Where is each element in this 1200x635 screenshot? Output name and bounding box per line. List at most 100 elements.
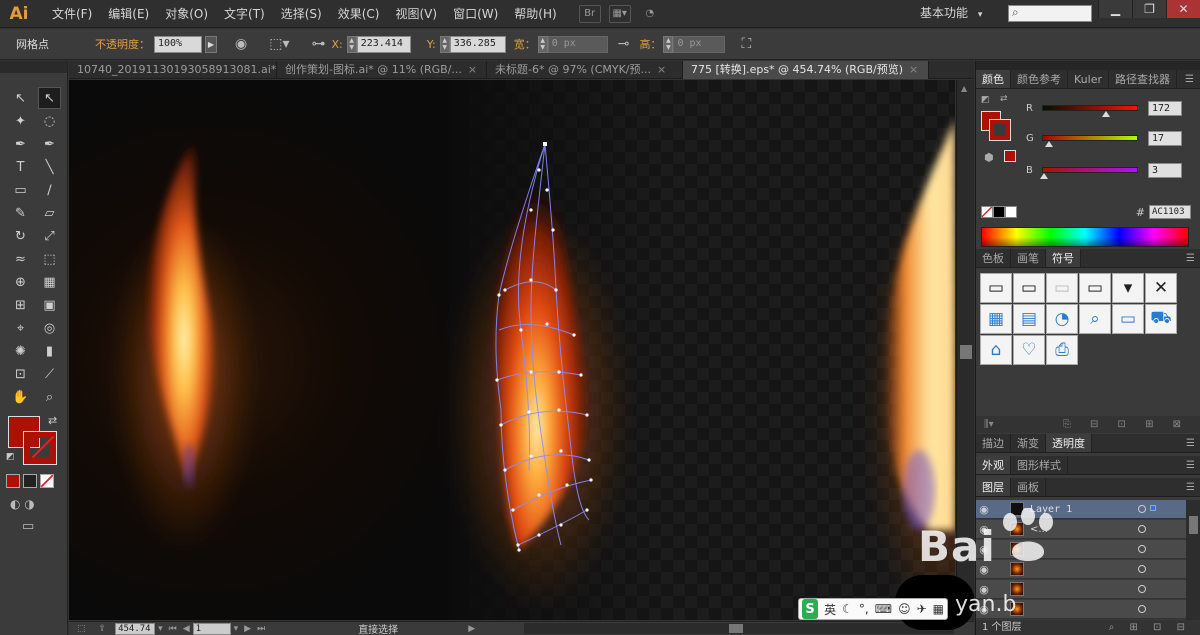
default-fill-stroke-icon[interactable]: ◩ bbox=[6, 452, 15, 462]
tab-appearance[interactable]: 外观 bbox=[976, 456, 1011, 474]
tab-document-3[interactable]: 未标题-6* @ 97% (CMYK/预... × bbox=[487, 61, 683, 79]
free-transform-tool-icon[interactable]: ⬚ bbox=[38, 248, 61, 270]
symbol-printer-icon[interactable]: ⎙ bbox=[1046, 335, 1078, 365]
stroke-swatch[interactable] bbox=[23, 431, 57, 465]
swap-colors-icon[interactable]: ⇄ bbox=[1000, 94, 1008, 104]
y-input[interactable]: 336.285 bbox=[449, 35, 506, 53]
layer-target-icon[interactable] bbox=[1138, 585, 1146, 593]
selection-tool-icon[interactable]: ↖ bbox=[9, 87, 32, 109]
eraser-tool-icon[interactable]: ▱ bbox=[38, 202, 61, 224]
last-artboard-icon[interactable]: ⏭ bbox=[257, 624, 265, 634]
arrange-documents-icon[interactable]: ▦▾ bbox=[608, 4, 631, 23]
minimize-button[interactable]: ▁ bbox=[1098, 0, 1132, 18]
b-input[interactable]: 3 bbox=[1148, 162, 1182, 178]
zoom-dropdown-icon[interactable]: ▾ bbox=[158, 624, 163, 634]
color-spectrum[interactable] bbox=[981, 227, 1189, 247]
menu-edit[interactable]: 编辑(E) bbox=[100, 0, 157, 28]
g-input[interactable]: 17 bbox=[1148, 130, 1182, 146]
scale-tool-icon[interactable]: ⤢ bbox=[38, 225, 61, 247]
share-icon[interactable]: ⇪ bbox=[99, 624, 107, 634]
close-button[interactable]: ✕ bbox=[1166, 0, 1200, 18]
close-icon[interactable]: × bbox=[657, 63, 666, 76]
tools-panel-header[interactable] bbox=[0, 61, 67, 73]
layer-target-icon[interactable] bbox=[1138, 505, 1146, 513]
tab-stroke[interactable]: 描边 bbox=[976, 434, 1011, 452]
canvas-horizontal-scrollbar[interactable] bbox=[524, 623, 954, 634]
first-artboard-icon[interactable]: ⏮ bbox=[169, 624, 177, 634]
artboard-tool-icon[interactable]: ⊡ bbox=[9, 363, 32, 385]
white-swatch[interactable] bbox=[1005, 206, 1017, 218]
scroll-up-icon[interactable]: ▲ bbox=[961, 84, 967, 93]
menu-file[interactable]: 文件(F) bbox=[44, 0, 100, 28]
restore-button[interactable]: ❐ bbox=[1132, 0, 1166, 18]
layer-actions-icon[interactable]: ⌕ ⊞ ⊡ ⊟ bbox=[1109, 620, 1191, 635]
tab-kuler[interactable]: Kuler bbox=[1068, 70, 1109, 88]
menu-view[interactable]: 视图(V) bbox=[387, 0, 445, 28]
ime-moon-icon[interactable]: ☾ bbox=[842, 602, 853, 616]
b-slider[interactable] bbox=[1040, 167, 1138, 179]
menu-window[interactable]: 窗口(W) bbox=[445, 0, 506, 28]
width-stepper[interactable]: ▲ ▼ bbox=[537, 35, 548, 53]
menu-help[interactable]: 帮助(H) bbox=[506, 0, 564, 28]
tab-symbols[interactable]: 符号 bbox=[1046, 249, 1081, 267]
tab-gradient[interactable]: 渐变 bbox=[1011, 434, 1046, 452]
scrollbar-thumb[interactable] bbox=[729, 624, 743, 633]
input-method-toolbar[interactable]: S 英 ☾ °, ⌨ ☺ ✈ ▦ bbox=[798, 598, 948, 620]
help-search-input[interactable] bbox=[1008, 5, 1092, 22]
symbol-heart-icon[interactable]: ♡ bbox=[1013, 335, 1045, 365]
symbol-button-blue-icon[interactable]: ▭ bbox=[980, 273, 1012, 303]
none-swatch[interactable] bbox=[981, 206, 993, 218]
slider-thumb[interactable] bbox=[1045, 141, 1054, 147]
ime-punct-icon[interactable]: °, bbox=[859, 602, 869, 616]
panel-menu-icon[interactable]: ☰ bbox=[1185, 70, 1200, 88]
symbol-search-icon[interactable]: ⌕ bbox=[1079, 304, 1111, 334]
none-mode-button[interactable] bbox=[40, 474, 54, 488]
rectangle-tool-icon[interactable]: ▭ bbox=[9, 179, 32, 201]
opacity-input[interactable]: 100% bbox=[154, 35, 202, 53]
screen-mode-icon[interactable]: ▭ bbox=[22, 519, 34, 534]
close-icon[interactable]: × bbox=[468, 63, 477, 76]
warp-tool-icon[interactable]: ≈ bbox=[9, 248, 32, 270]
menu-type[interactable]: 文字(T) bbox=[216, 0, 273, 28]
lasso-tool-icon[interactable]: ◌ bbox=[38, 110, 61, 132]
symbol-sprayer-tool-icon[interactable]: ✺ bbox=[9, 340, 32, 362]
panel-menu-icon[interactable]: ☰ bbox=[1186, 478, 1200, 496]
layer-selection-indicator[interactable] bbox=[1150, 505, 1156, 511]
closest-color-swatch[interactable] bbox=[1004, 150, 1016, 162]
scrollbar-thumb[interactable] bbox=[960, 345, 972, 359]
layer-target-icon[interactable] bbox=[1138, 545, 1146, 553]
pencil-tool-icon[interactable]: ✎ bbox=[9, 202, 32, 224]
visibility-eye-icon[interactable]: ◉ bbox=[976, 503, 992, 516]
paintbrush-tool-icon[interactable]: ∕ bbox=[38, 179, 61, 201]
zoom-input[interactable]: 454.74 bbox=[115, 622, 156, 635]
slider-thumb[interactable] bbox=[1040, 173, 1049, 179]
mesh-tool-icon[interactable]: ⊞ bbox=[9, 294, 32, 316]
default-colors-icon[interactable]: ◩ bbox=[981, 95, 990, 105]
workspace-switcher[interactable]: 基本功能 ▾ bbox=[920, 4, 982, 21]
zoom-tool-icon[interactable]: ⌕ bbox=[38, 386, 61, 408]
column-graph-tool-icon[interactable]: ▮ bbox=[38, 340, 61, 362]
panel-menu-icon[interactable]: ☰ bbox=[1186, 434, 1200, 452]
opacity-dropdown-arrow[interactable]: ▶ bbox=[205, 35, 217, 53]
tab-color-guide[interactable]: 颜色参考 bbox=[1011, 70, 1068, 88]
bridge-button[interactable]: Br bbox=[578, 4, 601, 23]
layer-target-icon[interactable] bbox=[1138, 605, 1146, 613]
color-mode-button[interactable] bbox=[6, 474, 20, 488]
close-icon[interactable]: × bbox=[909, 63, 918, 76]
transform-reference-point-icon[interactable]: ⬚▾ bbox=[269, 36, 289, 52]
tab-document-1[interactable]: 10740_20191130193058913081.ai*× bbox=[69, 61, 277, 79]
tab-pathfinder[interactable]: 路径查找器 bbox=[1109, 70, 1177, 88]
width-input[interactable]: 0 px bbox=[547, 35, 608, 53]
color-stroke-swatch[interactable] bbox=[989, 119, 1011, 141]
tab-graphic-styles[interactable]: 图形样式 bbox=[1011, 456, 1068, 474]
scrollbar-thumb[interactable] bbox=[1189, 516, 1198, 534]
ime-mode[interactable]: 英 bbox=[824, 601, 836, 618]
layer-target-icon[interactable] bbox=[1138, 565, 1146, 573]
r-input[interactable]: 172 bbox=[1148, 100, 1182, 116]
height-stepper[interactable]: ▲ ▼ bbox=[663, 35, 674, 53]
symbol-footer-actions-icon[interactable]: ⎘ ⊟ ⊡ ⊞ ⊠ bbox=[1063, 419, 1189, 430]
rotate-tool-icon[interactable]: ↻ bbox=[9, 225, 32, 247]
g-slider[interactable] bbox=[1042, 135, 1138, 147]
y-stepper[interactable]: ▲ ▼ bbox=[439, 35, 450, 53]
eyedropper-tool-icon[interactable]: ⌖ bbox=[9, 317, 32, 339]
